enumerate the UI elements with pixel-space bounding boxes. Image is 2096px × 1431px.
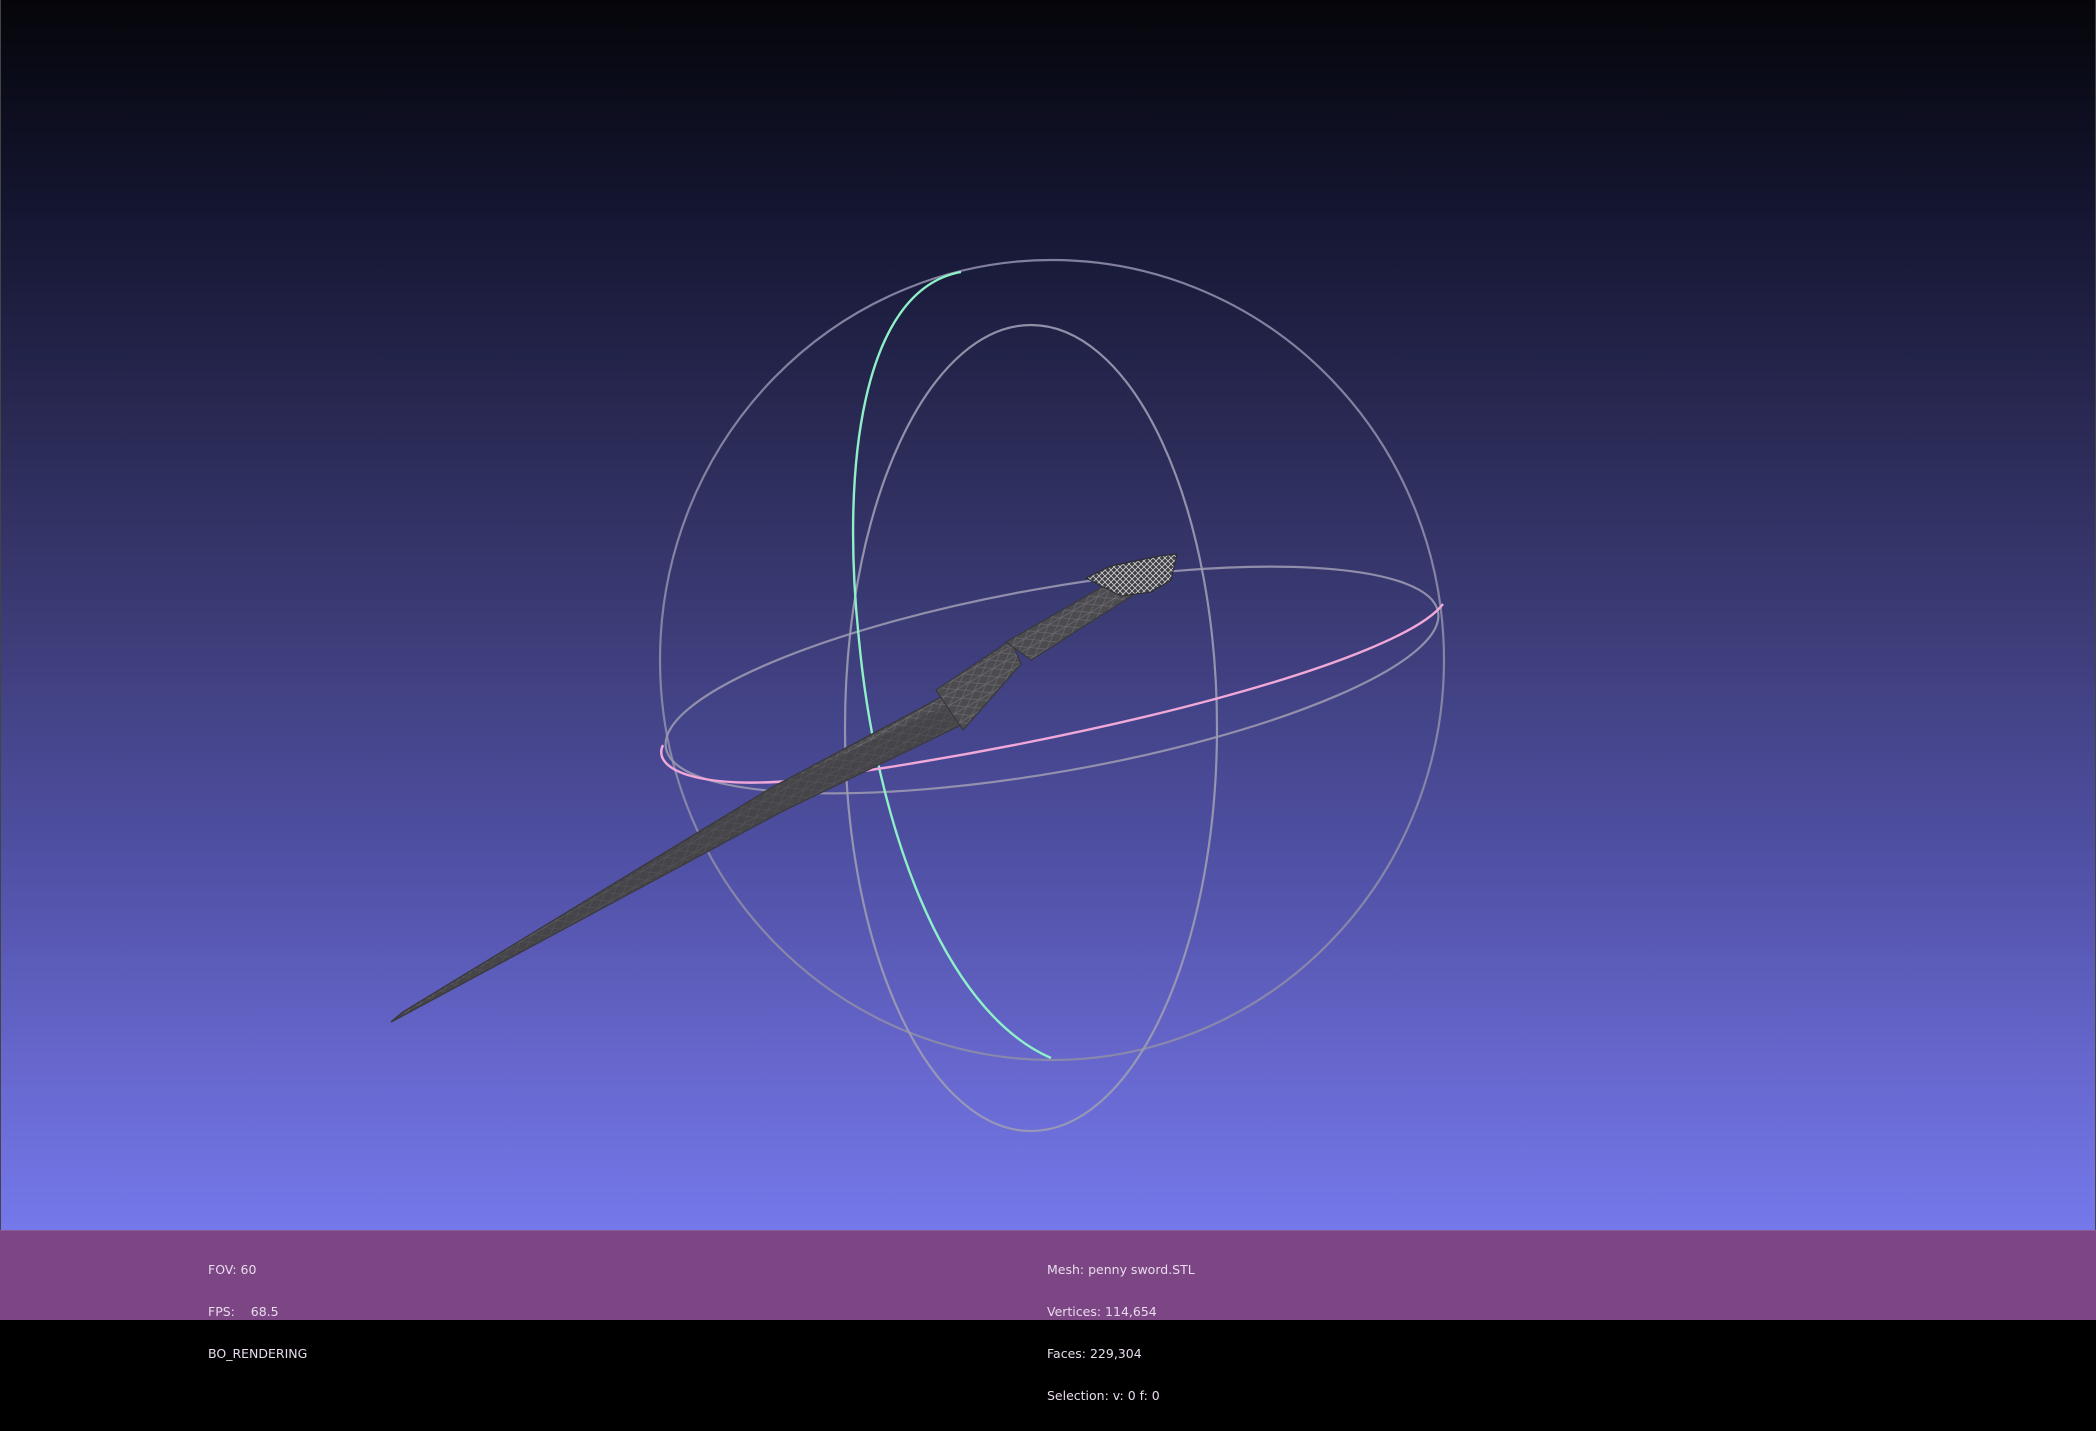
- scene-canvas[interactable]: [1, 0, 2096, 1230]
- render-mode-label: BO_RENDERING: [208, 1346, 308, 1361]
- fov-label: FOV: 60: [208, 1262, 257, 1277]
- 3d-viewport[interactable]: [0, 0, 2096, 1230]
- render-info: FOV: 60 FPS: 68.5 BO_RENDERING: [208, 1235, 307, 1389]
- mesh-name-label: Mesh: penny sword.STL: [1047, 1262, 1195, 1277]
- info-bar: FOV: 60 FPS: 68.5 BO_RENDERING Mesh: pen…: [0, 1230, 2096, 1403]
- vertices-count-label: Vertices: 114,654: [1047, 1304, 1157, 1319]
- mesh-info: Mesh: penny sword.STL Vertices: 114,654 …: [1047, 1235, 1195, 1431]
- sword-blade-edge: [391, 700, 963, 1022]
- selection-label: Selection: v: 0 f: 0: [1047, 1388, 1160, 1403]
- faces-count-label: Faces: 229,304: [1047, 1346, 1142, 1361]
- trackball-vertical-front-arc: [851, 270, 1052, 1060]
- fps-label: FPS: 68.5: [208, 1304, 279, 1319]
